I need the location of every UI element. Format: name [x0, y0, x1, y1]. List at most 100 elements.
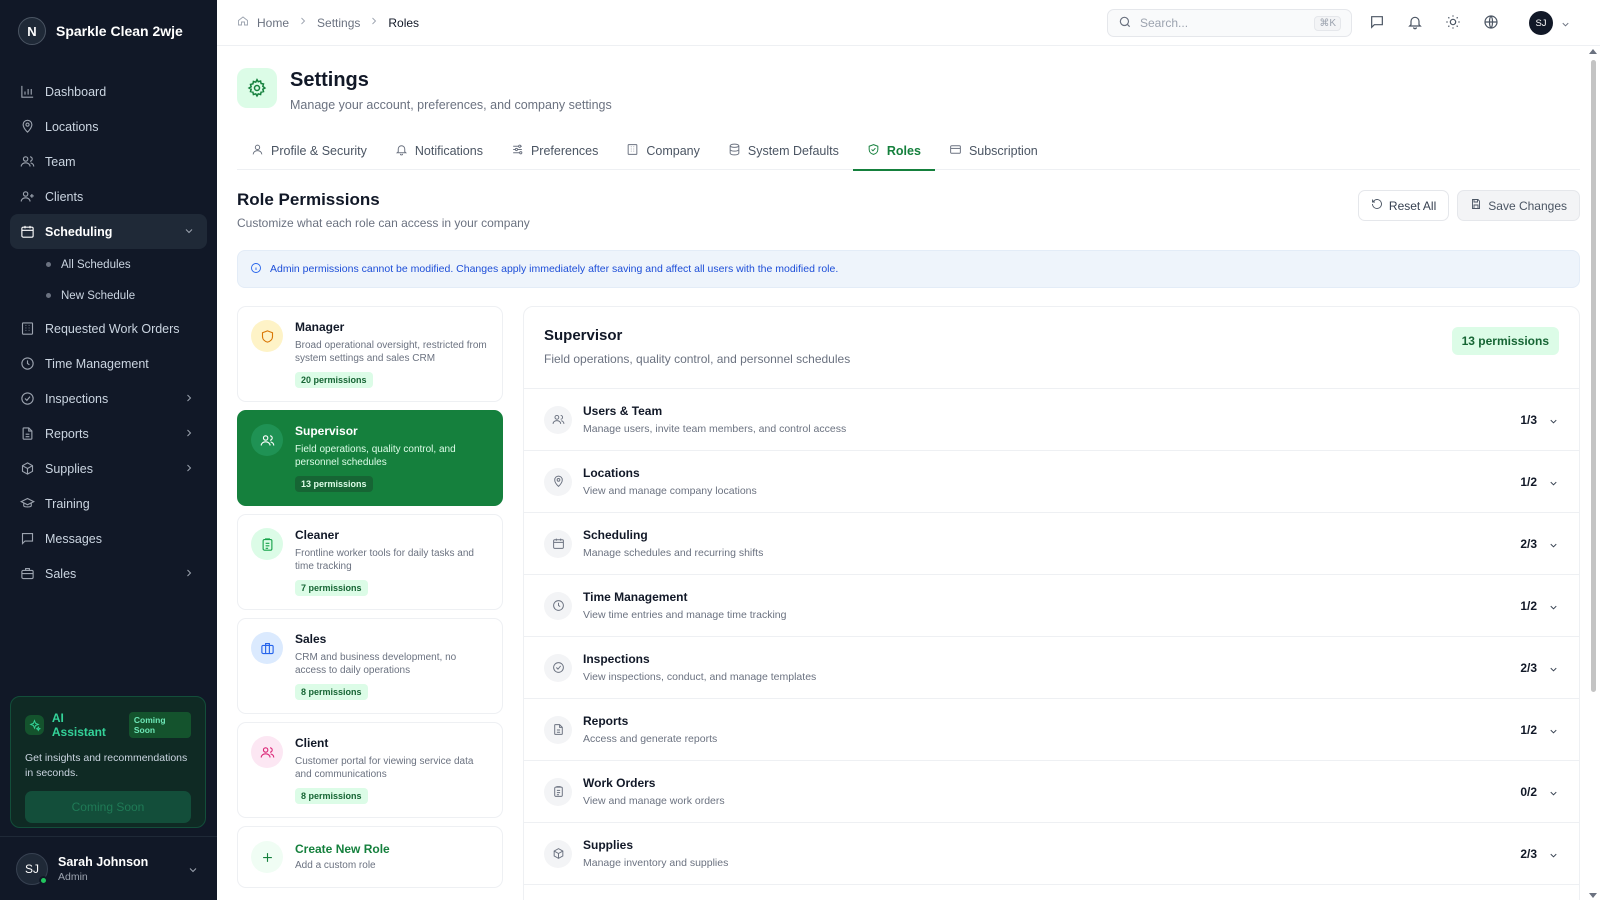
check-circle-icon — [20, 391, 35, 406]
sidebar-item-reports[interactable]: Reports — [10, 416, 207, 451]
scroll-down-arrow[interactable] — [1589, 893, 1597, 898]
save-changes-button[interactable]: Save Changes — [1457, 190, 1580, 221]
role-description: Field operations, quality control, and p… — [295, 444, 456, 468]
tab-roles[interactable]: Roles — [852, 132, 935, 171]
file-text-icon — [544, 715, 572, 744]
tab-subscription[interactable]: Subscription — [935, 132, 1052, 170]
coming-soon-badge: Coming Soon — [128, 712, 191, 738]
reset-all-button[interactable]: Reset All — [1357, 190, 1450, 221]
permission-count: 2/3 — [1520, 660, 1537, 675]
avatar: SJ — [16, 852, 48, 885]
sidebar: N Sparkle Clean 2wje Dashboard Locations… — [0, 0, 217, 900]
info-icon — [250, 262, 270, 277]
user-role: Admin — [58, 870, 88, 883]
role-name: Manager — [295, 320, 345, 334]
role-card-sales[interactable]: Sales CRM and business development, no a… — [237, 618, 503, 714]
bell-icon — [395, 143, 415, 159]
permission-group-description: Access and generate reports — [583, 733, 718, 745]
permission-group-reports[interactable]: Reports Access and generate reports 1/2 — [524, 699, 1579, 761]
user-plus-icon — [20, 189, 35, 204]
globe-icon[interactable] — [1483, 14, 1499, 35]
sidebar-item-sales[interactable]: Sales — [10, 556, 207, 591]
briefcase-icon — [251, 632, 283, 664]
sidebar-item-supplies[interactable]: Supplies — [10, 451, 207, 486]
chevron-right-icon — [183, 427, 195, 439]
permission-group-work-orders[interactable]: Work Orders View and manage work orders … — [524, 761, 1579, 823]
chevron-down-icon — [1548, 724, 1559, 742]
permission-group-scheduling[interactable]: Scheduling Manage schedules and recurrin… — [524, 513, 1579, 575]
sidebar-item-scheduling[interactable]: Scheduling — [10, 214, 207, 249]
sidebar-item-messages[interactable]: Messages — [10, 521, 207, 556]
button-label: Save Changes — [1488, 198, 1567, 213]
calendar-icon — [20, 224, 35, 239]
chevron-down-icon — [1548, 786, 1559, 804]
shield-icon — [251, 320, 283, 352]
tab-preferences[interactable]: Preferences — [497, 132, 612, 170]
ai-coming-soon-button[interactable]: Coming Soon — [25, 791, 191, 823]
sidebar-item-time-management[interactable]: Time Management — [10, 346, 207, 381]
sidebar-item-requested-work-orders[interactable]: Requested Work Orders — [10, 311, 207, 346]
permission-group-time-management[interactable]: Time Management View time entries and ma… — [524, 575, 1579, 637]
sidebar-item-team[interactable]: Team — [10, 144, 207, 179]
scroll-up-arrow[interactable] — [1589, 49, 1597, 54]
chevron-down-icon — [1548, 662, 1559, 680]
sun-icon[interactable] — [1445, 14, 1461, 35]
permission-group-supplies[interactable]: Supplies Manage inventory and supplies 2… — [524, 823, 1579, 885]
role-detail-panel: Supervisor Field operations, quality con… — [523, 306, 1580, 900]
chevron-down-icon[interactable] — [1560, 17, 1571, 35]
sidebar-subitem-all-schedules[interactable]: All Schedules — [46, 249, 217, 280]
tab-notifications[interactable]: Notifications — [381, 132, 497, 170]
permission-group-description: View and manage work orders — [583, 795, 725, 807]
graduation-cap-icon — [20, 496, 35, 511]
sidebar-item-locations[interactable]: Locations — [10, 109, 207, 144]
page-scrollbar[interactable] — [1588, 46, 1598, 900]
brand[interactable]: N Sparkle Clean 2wje — [0, 0, 217, 62]
breadcrumb-home[interactable]: Home — [257, 16, 289, 30]
chevron-right-icon — [183, 392, 195, 404]
permissions-count-badge: 13 permissions — [1451, 327, 1559, 355]
role-card-supervisor[interactable]: Supervisor Field operations, quality con… — [237, 410, 503, 506]
message-square-icon[interactable] — [1369, 14, 1385, 35]
settings-tabs: Profile & Security Notifications Prefere… — [237, 132, 1580, 171]
sliders-icon — [511, 143, 531, 159]
role-name: Client — [295, 736, 329, 750]
credit-card-icon — [949, 143, 969, 159]
sidebar-item-clients[interactable]: Clients — [10, 179, 207, 214]
sidebar-item-label: Sales — [45, 566, 77, 581]
top-avatar[interactable]: SJ — [1529, 11, 1553, 35]
role-card-client[interactable]: Client Customer portal for viewing servi… — [237, 722, 503, 818]
breadcrumb: Home Settings Roles — [237, 15, 419, 30]
chevron-down-icon — [183, 225, 195, 237]
ai-assistant-card: AI Assistant Coming Soon Get insights an… — [10, 696, 206, 828]
breadcrumb-roles: Roles — [388, 15, 420, 30]
tab-company[interactable]: Company — [612, 132, 714, 170]
user-name: Sarah Johnson — [58, 854, 149, 869]
sidebar-item-dashboard[interactable]: Dashboard — [10, 74, 207, 109]
role-card-cleaner[interactable]: Cleaner Frontline worker tools for daily… — [237, 514, 503, 610]
permissions-badge: 8 permissions — [295, 684, 368, 700]
permission-group-description: Manage users, invite team members, and c… — [583, 423, 847, 435]
chevron-right-icon — [368, 15, 380, 30]
breadcrumb-settings[interactable]: Settings — [317, 16, 360, 30]
chevron-down-icon — [1548, 848, 1559, 866]
search-shortcut: ⌘K — [1314, 15, 1341, 31]
chevron-down-icon — [1548, 600, 1559, 618]
user-menu[interactable]: SJ Sarah Johnson Admin — [0, 836, 217, 900]
tab-system-defaults[interactable]: System Defaults — [714, 132, 853, 170]
sidebar-item-inspections[interactable]: Inspections — [10, 381, 207, 416]
building-icon — [20, 321, 35, 336]
permission-group-users-team[interactable]: Users & Team Manage users, invite team m… — [524, 389, 1579, 451]
sidebar-nav: Dashboard Locations Team Clients Schedul… — [0, 62, 217, 591]
scrollbar-thumb[interactable] — [1591, 60, 1596, 692]
tab-profile-security[interactable]: Profile & Security — [237, 132, 381, 170]
roles-list: Manager Broad operational oversight, res… — [237, 306, 503, 900]
create-role-button[interactable]: Create New Role Add a custom role — [237, 826, 503, 888]
permission-group-locations[interactable]: Locations View and manage company locati… — [524, 451, 1579, 513]
sidebar-subitem-new-schedule[interactable]: New Schedule — [46, 280, 217, 311]
role-card-manager[interactable]: Manager Broad operational oversight, res… — [237, 306, 503, 402]
bell-icon[interactable] — [1407, 14, 1423, 35]
search-input[interactable]: Search... ⌘K — [1107, 9, 1352, 37]
package-icon — [20, 461, 35, 476]
permission-group-inspections[interactable]: Inspections View inspections, conduct, a… — [524, 637, 1579, 699]
sidebar-item-training[interactable]: Training — [10, 486, 207, 521]
